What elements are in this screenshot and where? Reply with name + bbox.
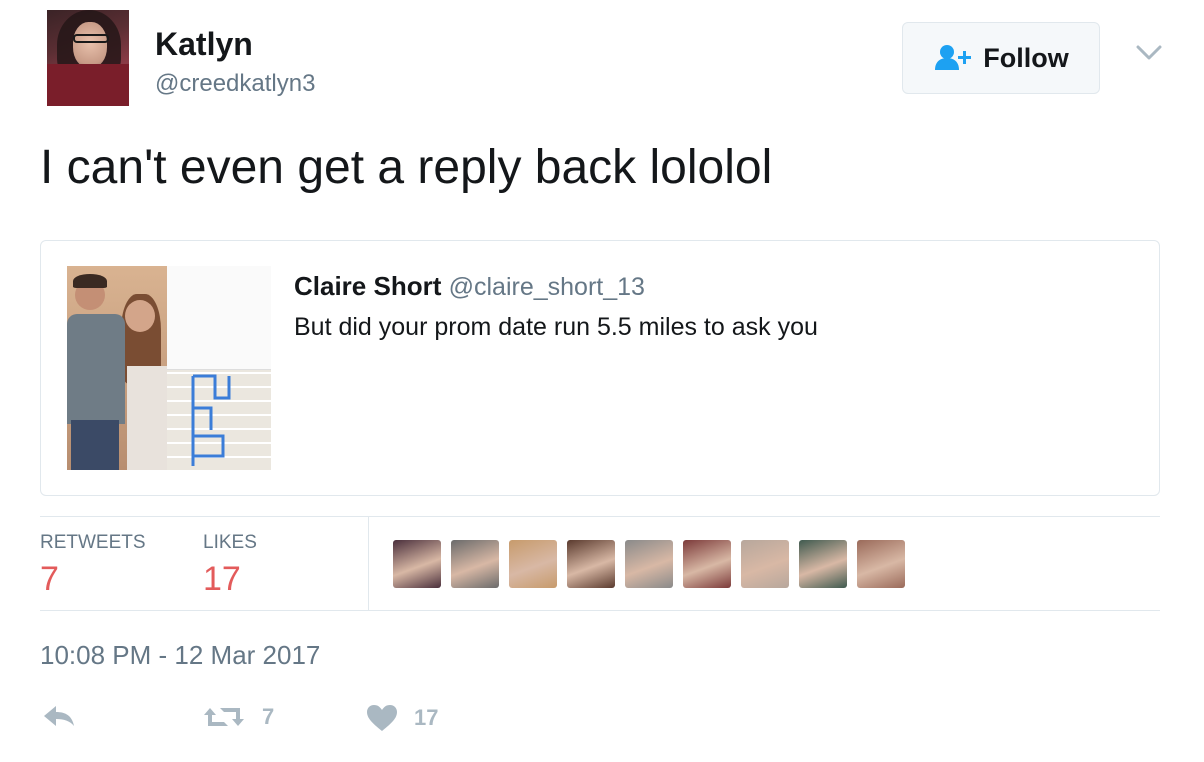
likes-count: 17 bbox=[203, 560, 241, 598]
tweet-timestamp[interactable]: 10:08 PM - 12 Mar 2017 bbox=[40, 640, 320, 671]
avatar-face bbox=[73, 22, 107, 68]
likes-label: LIKES bbox=[203, 532, 257, 553]
divider-bottom bbox=[40, 610, 1160, 611]
user-display-name[interactable]: Katlyn bbox=[155, 26, 253, 63]
quoted-tweet-photo[interactable] bbox=[67, 266, 167, 470]
liker-avatar[interactable] bbox=[393, 540, 441, 588]
user-avatar[interactable] bbox=[47, 10, 129, 106]
quoted-tweet-handle: @claire_short_13 bbox=[448, 273, 645, 301]
like-action-count: 17 bbox=[414, 705, 439, 730]
retweet-action[interactable]: 7 bbox=[202, 704, 274, 730]
retweets-label: RETWEETS bbox=[40, 532, 146, 553]
follow-button[interactable]: Follow bbox=[902, 22, 1100, 94]
avatar-glasses bbox=[73, 34, 109, 43]
divider-top bbox=[40, 516, 1160, 517]
liker-avatar[interactable] bbox=[567, 540, 615, 588]
liker-avatar[interactable] bbox=[741, 540, 789, 588]
liker-avatar[interactable] bbox=[799, 540, 847, 588]
retweet-action-count: 7 bbox=[262, 704, 275, 729]
retweets-stat[interactable]: RETWEETS 7 bbox=[40, 532, 146, 599]
liker-avatars bbox=[393, 540, 905, 588]
quoted-tweet-map-screenshot[interactable] bbox=[167, 266, 271, 470]
route-path-icon bbox=[191, 374, 231, 466]
like-action[interactable]: 17 bbox=[366, 704, 438, 732]
heart-icon bbox=[367, 705, 397, 731]
quoted-tweet-author-name: Claire Short bbox=[294, 271, 442, 301]
add-user-icon bbox=[935, 45, 972, 70]
photo-figure-hair-2 bbox=[73, 274, 107, 288]
liker-avatar[interactable] bbox=[451, 540, 499, 588]
photo-figure-body-2 bbox=[127, 366, 167, 470]
liker-avatar[interactable] bbox=[625, 540, 673, 588]
quoted-tweet-card[interactable]: Claire Short @claire_short_13 But did yo… bbox=[40, 240, 1160, 496]
reply-icon bbox=[44, 706, 74, 726]
user-handle[interactable]: @creedkatlyn3 bbox=[155, 70, 315, 98]
photo-figure-body bbox=[67, 314, 125, 424]
quoted-tweet-text: But did your prom date run 5.5 miles to … bbox=[294, 313, 818, 341]
photo-figure-legs bbox=[71, 420, 119, 470]
tweet-text: I can't even get a reply back lololol bbox=[40, 141, 773, 194]
liker-avatar[interactable] bbox=[683, 540, 731, 588]
reply-action[interactable] bbox=[42, 704, 76, 728]
retweet-icon bbox=[204, 708, 244, 726]
avatar-shirt bbox=[47, 64, 129, 106]
chevron-down-icon[interactable] bbox=[1136, 44, 1162, 62]
quoted-tweet-author[interactable]: Claire Short @claire_short_13 bbox=[294, 271, 645, 302]
divider-vertical bbox=[368, 516, 369, 610]
liker-avatar[interactable] bbox=[857, 540, 905, 588]
photo-figure-face-2 bbox=[125, 300, 155, 332]
screenshot-message-area bbox=[167, 266, 271, 370]
retweets-count: 7 bbox=[40, 560, 59, 598]
follow-button-label: Follow bbox=[983, 42, 1069, 73]
likes-stat[interactable]: LIKES 17 bbox=[203, 532, 257, 599]
liker-avatar[interactable] bbox=[509, 540, 557, 588]
